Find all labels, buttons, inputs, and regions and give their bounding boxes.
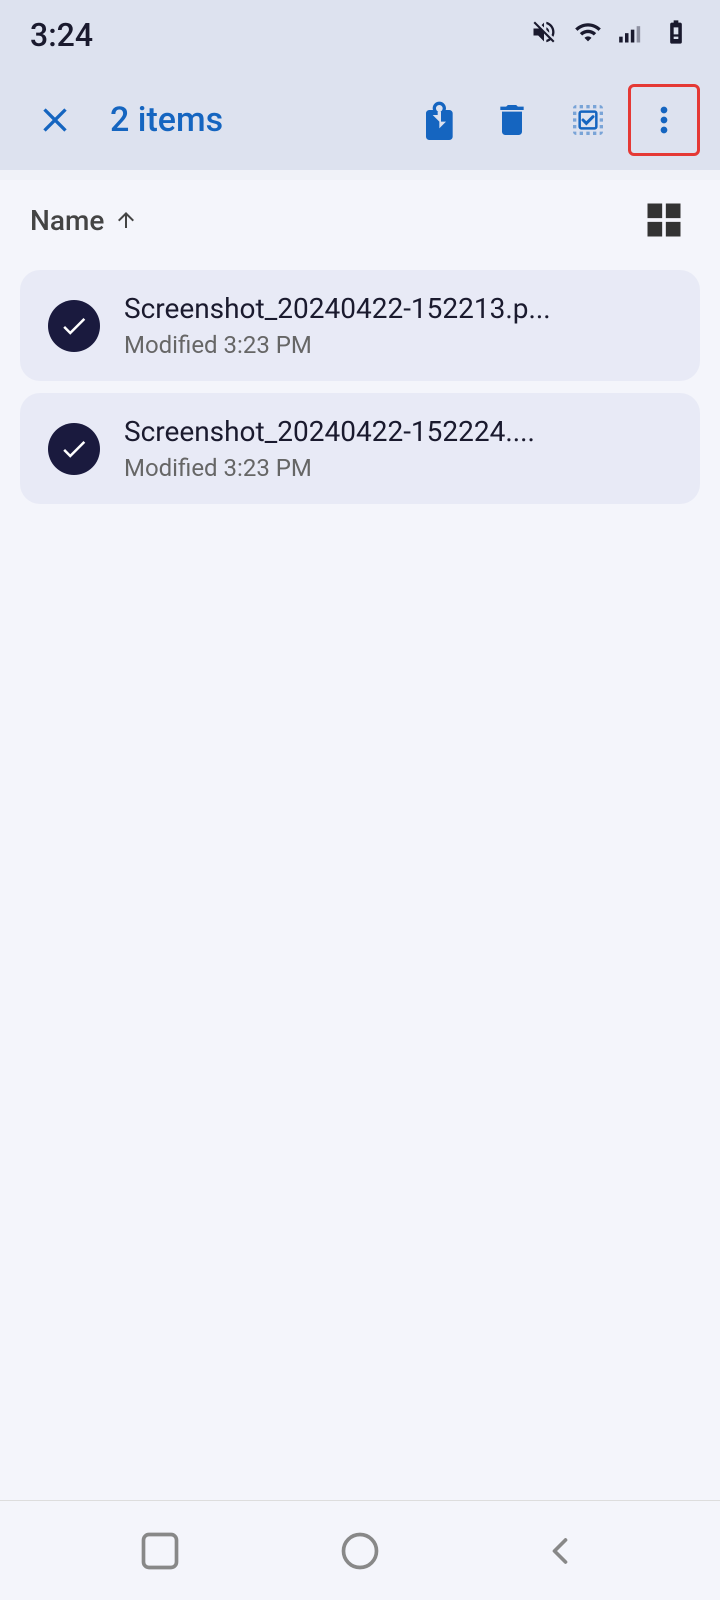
file-modified-1: Modified 3:23 PM [124,331,551,359]
close-button[interactable] [20,85,90,155]
file-checkbox-2[interactable] [48,423,100,475]
file-info-2: Screenshot_20240422-152224.... Modified … [124,415,535,482]
move-button[interactable] [400,84,472,156]
main-content: Name Screenshot_20240422-152213.p... Mod… [0,180,720,1510]
file-item-1[interactable]: Screenshot_20240422-152213.p... Modified… [20,270,700,381]
delete-button[interactable] [476,84,548,156]
status-time: 3:24 [30,16,93,54]
sort-bar: Name [0,180,720,260]
checkmark-icon-2 [59,434,89,464]
recent-button[interactable] [125,1516,195,1586]
back-icon [538,1529,582,1573]
bottom-nav [0,1500,720,1600]
battery-icon [662,18,690,53]
sort-arrow-icon [114,208,138,232]
wifi-icon [574,18,602,53]
square-icon [138,1529,182,1573]
toolbar: 2 items [0,70,720,170]
selection-count: 2 items [90,100,400,140]
status-bar: 3:24 [0,0,720,70]
sort-controls[interactable]: Name [30,204,138,237]
home-button[interactable] [325,1516,395,1586]
sort-label-text: Name [30,204,104,237]
file-item-2[interactable]: Screenshot_20240422-152224.... Modified … [20,393,700,504]
file-name-1: Screenshot_20240422-152213.p... [124,292,551,325]
file-info-1: Screenshot_20240422-152213.p... Modified… [124,292,551,359]
signal-icon [618,18,646,53]
grid-view-button[interactable] [638,194,690,246]
back-button[interactable] [525,1516,595,1586]
file-list: Screenshot_20240422-152213.p... Modified… [0,260,720,514]
file-modified-2: Modified 3:23 PM [124,454,535,482]
mute-icon [530,18,558,53]
select-all-button[interactable] [552,84,624,156]
more-options-button[interactable] [628,84,700,156]
file-name-2: Screenshot_20240422-152224.... [124,415,535,448]
circle-icon [338,1529,382,1573]
status-icons [530,18,690,53]
grid-icon [642,198,686,242]
file-checkbox-1[interactable] [48,300,100,352]
toolbar-actions [400,84,700,156]
checkmark-icon-1 [59,311,89,341]
